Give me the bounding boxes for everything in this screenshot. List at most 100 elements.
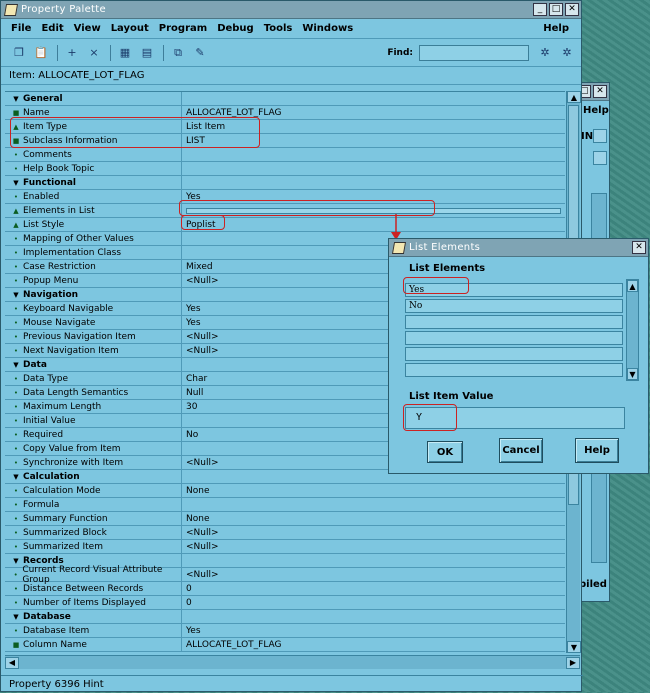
scroll-up-icon[interactable]: ▲ [567, 91, 581, 103]
property-row[interactable]: • Summarized Item <Null> [5, 540, 565, 554]
find-label: Find: [387, 47, 413, 58]
collapse-arrow-icon[interactable]: ▼ [11, 360, 21, 370]
property-class-icon[interactable]: ▦ [117, 45, 133, 61]
property-row[interactable]: • Number of Items Displayed 0 [5, 596, 565, 610]
scroll-right-icon[interactable]: ▶ [566, 656, 580, 669]
minimize-button[interactable]: _ [533, 3, 547, 16]
property-name-cell: • Mouse Navigate [5, 316, 182, 329]
search-forward-icon[interactable]: ✲ [537, 45, 553, 61]
copy-icon[interactable]: ❐ [11, 45, 27, 61]
property-name-cell: • Summarized Item [5, 540, 182, 553]
property-row[interactable]: • Help Book Topic [5, 162, 565, 176]
property-row[interactable]: ■ Column Name ALLOCATE_LOT_FLAG [5, 638, 565, 652]
property-name-cell: ▼ Data [5, 358, 182, 371]
ok-button[interactable]: OK [427, 441, 463, 463]
list-element[interactable] [405, 331, 623, 345]
default-property-icon: • [13, 234, 19, 243]
maximize-button[interactable]: □ [549, 3, 563, 16]
add-property-icon[interactable]: + [64, 45, 80, 61]
cancel-button[interactable]: Cancel [499, 438, 543, 463]
collapse-arrow-icon[interactable]: ▼ [11, 290, 21, 300]
close-button[interactable]: ✕ [565, 3, 579, 16]
property-name-cell: ■ Column Name [5, 638, 182, 651]
property-name: Comments [23, 149, 72, 160]
field-dropdown-2[interactable] [593, 151, 607, 165]
collapse-arrow-icon[interactable]: ▼ [11, 472, 21, 482]
property-row[interactable]: • Database Item Yes [5, 624, 565, 638]
collapse-arrow-icon[interactable]: ▼ [11, 612, 21, 622]
collapse-arrow-icon[interactable]: ▼ [11, 94, 21, 104]
property-value[interactable]: ALLOCATE_LOT_FLAG [182, 640, 565, 650]
scroll-down-icon[interactable]: ▼ [567, 641, 581, 653]
search-backward-icon[interactable]: ✲ [559, 45, 575, 61]
property-value[interactable]: None [182, 514, 565, 524]
list-elements-scrollbar[interactable]: ▲ ▼ [626, 279, 639, 381]
default-property-icon: • [13, 514, 19, 523]
property-value[interactable]: <Null> [182, 528, 565, 538]
paste-icon[interactable]: 📋 [33, 45, 49, 61]
list-scroll-down-icon[interactable]: ▼ [627, 368, 638, 380]
menu-program[interactable]: Program [159, 23, 207, 34]
find-input[interactable] [419, 44, 529, 61]
property-value[interactable]: 0 [182, 584, 565, 594]
property-category[interactable]: ▼ Database [5, 610, 565, 624]
collapse-arrow-icon[interactable]: ▼ [11, 178, 21, 188]
help-button[interactable]: Help [583, 105, 609, 116]
dialog-close-button[interactable]: ✕ [632, 241, 646, 254]
scroll-left-icon[interactable]: ◀ [5, 656, 19, 669]
default-property-icon: • [13, 304, 19, 313]
toolbar: ❐ 📋 + × ▦ ▤ ⧉ ✎ Find: ✲ ✲ [1, 39, 581, 67]
property-value[interactable]: Poplist [182, 220, 565, 230]
property-row[interactable]: • Summary Function None [5, 512, 565, 526]
property-palette-titlebar[interactable]: Property Palette _ □ ✕ [1, 1, 581, 19]
list-element[interactable]: No [405, 299, 623, 313]
property-name-cell: • Popup Menu [5, 274, 182, 287]
property-name-cell: • Previous Navigation Item [5, 330, 182, 343]
list-element[interactable] [405, 363, 623, 377]
menu-layout[interactable]: Layout [111, 23, 149, 34]
property-row[interactable]: • Calculation Mode None [5, 484, 565, 498]
property-value[interactable]: ALLOCATE_LOT_FLAG [182, 108, 565, 118]
menu-file[interactable]: File [11, 23, 31, 34]
freeze-icon[interactable]: ✎ [192, 45, 208, 61]
menu-debug[interactable]: Debug [217, 23, 254, 34]
property-value[interactable]: <Null> [182, 542, 565, 552]
property-value[interactable]: 0 [182, 598, 565, 608]
list-element[interactable] [405, 347, 623, 361]
property-row[interactable]: • Formula [5, 498, 565, 512]
menu-help[interactable]: Help [543, 23, 569, 34]
property-name-cell: • Calculation Mode [5, 484, 182, 497]
default-property-icon: • [13, 248, 19, 257]
property-row[interactable]: • Distance Between Records 0 [5, 582, 565, 596]
property-value[interactable]: Yes [182, 626, 565, 636]
property-row[interactable]: • Current Record Visual Attribute Group <N… [5, 565, 565, 585]
menu-view[interactable]: View [74, 23, 101, 34]
field-dropdown[interactable] [593, 129, 607, 143]
menu-edit[interactable]: Edit [41, 23, 63, 34]
menu-tools[interactable]: Tools [264, 23, 293, 34]
default-property-icon: • [13, 402, 19, 411]
property-name-cell: • Maximum Length [5, 400, 182, 413]
property-row[interactable]: • Summarized Block <Null> [5, 526, 565, 540]
property-category[interactable]: ▼ General [5, 92, 565, 106]
property-row[interactable]: • Comments [5, 148, 565, 162]
property-horizontal-scrollbar[interactable]: ◀ ▶ [5, 655, 580, 669]
property-name: Previous Navigation Item [23, 331, 136, 342]
menu-windows[interactable]: Windows [302, 23, 353, 34]
property-value[interactable]: <Null> [182, 570, 565, 580]
property-value[interactable]: None [182, 486, 565, 496]
property-name: Data [23, 359, 47, 370]
property-row[interactable]: ▲ List Style Poplist [5, 218, 565, 232]
list-elements-titlebar[interactable]: List Elements ✕ [389, 239, 648, 257]
list-scroll-up-icon[interactable]: ▲ [627, 280, 638, 292]
property-category[interactable]: ▼ Functional [5, 176, 565, 190]
list-element[interactable] [405, 315, 623, 329]
default-property-icon: • [13, 458, 19, 467]
delete-property-icon[interactable]: × [86, 45, 102, 61]
close-button[interactable]: ✕ [593, 85, 607, 98]
collapse-arrow-icon[interactable]: ▼ [11, 556, 21, 566]
help-button[interactable]: Help [575, 438, 619, 463]
inherit-icon[interactable]: ▤ [139, 45, 155, 61]
property-name: Maximum Length [23, 401, 102, 412]
intersection-icon[interactable]: ⧉ [170, 45, 186, 61]
